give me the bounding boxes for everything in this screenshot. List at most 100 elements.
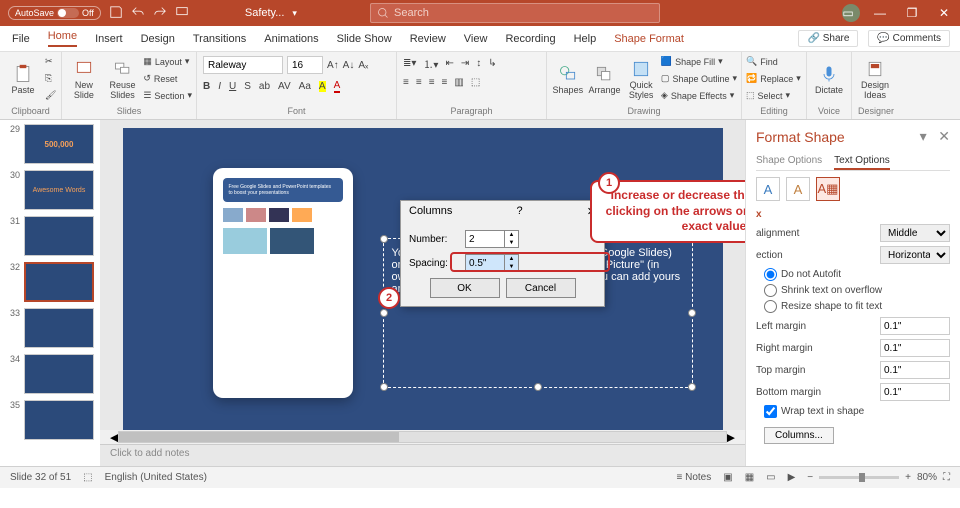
accessibility-icon[interactable]: ⬚ [83, 472, 92, 483]
comments-button[interactable]: 💬 Comments [868, 30, 950, 47]
underline-button[interactable]: U [229, 81, 236, 92]
columns-button-pane[interactable]: Columns... [764, 427, 834, 444]
slide-counter[interactable]: Slide 32 of 51 [10, 472, 71, 483]
thumb-29[interactable]: 500,000 [24, 124, 94, 164]
dialog-help-icon[interactable]: ? [517, 205, 523, 218]
align-center-button[interactable]: ≡ [416, 77, 422, 88]
tab-insert[interactable]: Insert [95, 33, 123, 45]
thumb-33[interactable] [24, 308, 94, 348]
shapes-button[interactable]: Shapes [551, 54, 585, 104]
autofit-resize-radio[interactable]: Resize shape to fit text [764, 300, 950, 313]
bold-button[interactable]: B [203, 81, 210, 92]
align-left-button[interactable]: ≡ [403, 77, 409, 88]
minimize-icon[interactable]: — [864, 0, 896, 26]
slide-thumbnails[interactable]: 29500,000 30Awesome Words 31 32 33 34 35 [0, 120, 100, 466]
language-status[interactable]: English (United States) [105, 472, 207, 483]
shadow-button[interactable]: ab [259, 81, 270, 92]
numbering-button[interactable]: ⒈▾ [423, 56, 438, 71]
tab-slideshow[interactable]: Slide Show [337, 33, 392, 45]
thumb-32[interactable] [24, 262, 94, 302]
italic-button[interactable]: I [218, 81, 221, 92]
right-margin-input[interactable] [880, 339, 950, 357]
shape-fill-button[interactable]: 🟦 Shape Fill ▾ [661, 54, 737, 69]
zoom-level[interactable]: 80% [917, 472, 937, 483]
line-spacing-button[interactable]: ↕ [476, 58, 481, 69]
bullets-button[interactable]: ≣▾ [403, 58, 416, 69]
wrap-text-checkbox[interactable]: Wrap text in shape [764, 405, 950, 418]
textbox-icon[interactable]: A▦ [816, 177, 840, 201]
new-slide-button[interactable]: New Slide [66, 54, 102, 104]
redo-icon[interactable] [153, 5, 167, 22]
shape-outline-button[interactable]: ▢ Shape Outline ▾ [661, 71, 737, 86]
tab-file[interactable]: File [12, 33, 30, 45]
left-margin-input[interactable] [880, 317, 950, 335]
autofit-none-radio[interactable]: Do not Autofit [764, 268, 950, 281]
tab-animations[interactable]: Animations [264, 33, 318, 45]
slideshow-view-icon[interactable]: ▶ [788, 472, 796, 483]
search-box[interactable]: Search [370, 3, 660, 23]
replace-button[interactable]: 🔁 Replace▾ [746, 71, 801, 86]
dictate-button[interactable]: Dictate [811, 54, 847, 104]
tab-review[interactable]: Review [410, 33, 446, 45]
text-direction-button[interactable]: ↳ [488, 58, 496, 69]
sorter-view-icon[interactable]: ▦ [745, 472, 754, 483]
strikethrough-button[interactable]: S [244, 81, 251, 92]
horizontal-scrollbar[interactable]: ◀▶ [100, 430, 745, 444]
bottom-margin-input[interactable] [880, 383, 950, 401]
cancel-button[interactable]: Cancel [506, 278, 576, 298]
ok-button[interactable]: OK [430, 278, 500, 298]
number-up[interactable]: ▲ [505, 231, 518, 239]
normal-view-icon[interactable]: ▣ [723, 472, 732, 483]
reading-view-icon[interactable]: ▭ [766, 472, 775, 483]
shape-options-tab[interactable]: Shape Options [756, 153, 822, 170]
thumb-30[interactable]: Awesome Words [24, 170, 94, 210]
copy-icon[interactable]: ⎘ [45, 71, 56, 86]
format-painter-icon[interactable]: 🖌 [45, 88, 56, 103]
font-size-input[interactable] [287, 56, 323, 74]
find-button[interactable]: 🔍 Find [746, 54, 801, 69]
paste-button[interactable]: Paste [4, 54, 42, 104]
layout-button[interactable]: ▦ Layout ▾ [143, 54, 192, 69]
tab-design[interactable]: Design [141, 33, 175, 45]
vertical-alignment-select[interactable]: Middle [880, 224, 950, 242]
tab-shape-format[interactable]: Shape Format [614, 33, 684, 45]
text-fill-icon[interactable]: A [756, 177, 780, 201]
ribbon-options-icon[interactable]: ▭ [832, 0, 864, 26]
quick-styles-button[interactable]: Quick Styles [624, 54, 658, 104]
align-right-button[interactable]: ≡ [429, 77, 435, 88]
zoom-in-icon[interactable]: + [905, 472, 911, 483]
tab-transitions[interactable]: Transitions [193, 33, 246, 45]
reuse-slides-button[interactable]: Reuse Slides [105, 54, 141, 104]
tab-view[interactable]: View [464, 33, 488, 45]
zoom-out-icon[interactable]: − [807, 472, 813, 483]
fit-to-window-icon[interactable]: ⛶ [943, 472, 950, 483]
thumb-34[interactable] [24, 354, 94, 394]
share-button[interactable]: 🔗 Share [798, 30, 858, 47]
spacing-button[interactable]: AV [278, 81, 291, 92]
clear-format-icon[interactable]: Aₓ [358, 60, 368, 71]
present-icon[interactable] [175, 5, 189, 22]
justify-button[interactable]: ≡ [442, 77, 448, 88]
indent-dec-button[interactable]: ⇤ [445, 58, 453, 69]
number-spinner[interactable]: ▲▼ [465, 230, 519, 248]
font-name-input[interactable] [203, 56, 283, 74]
shrink-font-icon[interactable]: A↓ [343, 60, 355, 71]
save-icon[interactable] [109, 5, 123, 22]
tab-home[interactable]: Home [48, 30, 77, 47]
text-options-tab[interactable]: Text Options [834, 153, 890, 170]
highlight-button[interactable]: A [319, 81, 326, 92]
tab-recording[interactable]: Recording [505, 33, 555, 45]
maximize-icon[interactable]: ❐ [896, 0, 928, 26]
section-button[interactable]: ☰ Section ▾ [143, 88, 192, 103]
text-effects-icon[interactable]: A [786, 177, 810, 201]
text-direction-select[interactable]: Horizontal [880, 246, 950, 264]
notes-toggle[interactable]: ≡ Notes [676, 472, 711, 483]
top-margin-input[interactable] [880, 361, 950, 379]
indent-inc-button[interactable]: ⇥ [461, 58, 469, 69]
columns-button[interactable]: ▥ [454, 77, 463, 88]
autofit-shrink-radio[interactable]: Shrink text on overflow [764, 284, 950, 297]
smartart-button[interactable]: ⬚ [471, 77, 480, 88]
font-color-button[interactable]: A [334, 80, 341, 93]
select-button[interactable]: ⬚ Select▾ [746, 88, 801, 103]
reset-button[interactable]: ↺ Reset [143, 71, 192, 86]
